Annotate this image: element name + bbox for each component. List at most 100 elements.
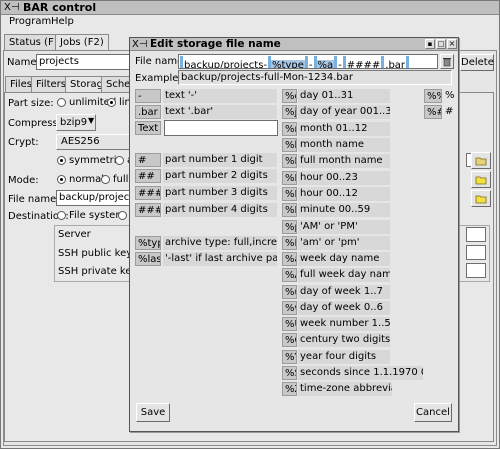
token-part-4[interactable]: #### <box>135 203 161 217</box>
token-hash[interactable]: %# <box>424 105 442 119</box>
browse-folder-button[interactable] <box>471 152 491 169</box>
token-description: hour 00..12 <box>298 187 390 201</box>
token-description: part number 3 digits <box>163 186 277 200</box>
token-description: seconds since 1.1.1970 00:00 <box>298 366 423 380</box>
server-field[interactable] <box>466 227 486 242</box>
token-epoch-seconds[interactable]: %S <box>282 366 297 380</box>
token-description: 'AM' or 'PM' <box>298 220 390 234</box>
token-week-number[interactable]: %U <box>282 317 297 331</box>
token-description: % <box>445 90 454 101</box>
token-description: century two digits <box>298 333 390 347</box>
token-week-day-name[interactable]: %a <box>282 252 297 266</box>
token-hour-24[interactable]: %H <box>282 171 297 185</box>
menu-bar: Program Help <box>1 15 499 30</box>
token-am-pm-upper[interactable]: %p <box>282 220 297 234</box>
token-day-of-year[interactable]: %j <box>282 105 297 119</box>
mode-normal-radio[interactable]: normal <box>57 174 104 185</box>
window-menu-icon[interactable]: X⊣ <box>4 1 20 15</box>
compress-select[interactable]: bzip9 ▼ <box>56 114 96 131</box>
radio-selected-icon <box>57 174 66 184</box>
pattern-part[interactable]: backup/projects- <box>183 60 268 68</box>
folder-icon <box>475 157 487 166</box>
ssh-private-key-field[interactable] <box>466 263 486 278</box>
browse-folder-button[interactable] <box>471 171 491 188</box>
pattern-part[interactable]: %a <box>316 60 335 68</box>
ssh-private-key-label: SSH private key: <box>58 266 141 277</box>
ssh-public-key-label: SSH public key: <box>58 248 135 259</box>
token-last[interactable]: %last <box>135 252 161 266</box>
file-name-label: File name: <box>8 194 60 205</box>
tab-jobs[interactable]: Jobs (F2) <box>55 34 109 50</box>
browse-folder-button[interactable] <box>471 190 491 207</box>
token-part-3[interactable]: ### <box>135 186 161 200</box>
token-description: # <box>445 106 454 117</box>
window-menu-icon[interactable]: X⊣ <box>132 38 148 51</box>
token-part-2[interactable]: ## <box>135 169 161 183</box>
crypt-label: Crypt: <box>8 137 39 148</box>
token-description: part number 4 digits <box>163 203 277 217</box>
token-description: month name <box>298 138 390 152</box>
mode-full-radio[interactable]: full <box>101 174 128 185</box>
file-name-value: backup/projects-% <box>59 192 130 203</box>
token-description: month 01..12 <box>298 122 390 136</box>
drop-marker <box>406 56 410 68</box>
token-type[interactable]: %type <box>135 236 161 250</box>
job-name-value: projects <box>39 56 79 67</box>
token-month-name[interactable]: %b <box>282 138 297 152</box>
token-timezone[interactable]: %Z <box>282 382 297 396</box>
part-size-label: Part size: <box>8 98 54 109</box>
dialog-titlebar[interactable]: X⊣ Edit storage file name ▪ □ × <box>130 38 458 51</box>
text-input[interactable] <box>164 120 278 136</box>
token-full-week-day-name[interactable]: %A <box>282 268 297 282</box>
example-display: backup/projects-full-Mon-1234.bar <box>178 70 452 85</box>
token-description: day of week 1..7 <box>298 285 390 299</box>
token-description: year four digits <box>298 350 390 364</box>
token-hour-12[interactable]: %I <box>282 187 297 201</box>
dialog-title: Edit storage file name <box>150 38 281 50</box>
mode-full-label: full <box>113 174 129 185</box>
token-percent[interactable]: %% <box>424 89 442 103</box>
close-icon[interactable]: × <box>447 39 457 49</box>
radio-icon <box>115 155 124 165</box>
mode-label: Mode: <box>8 175 39 186</box>
pattern-part[interactable]: #### <box>346 60 382 68</box>
cancel-button[interactable]: Cancel <box>414 403 452 422</box>
token-text-dash[interactable]: - <box>135 89 161 103</box>
file-name-field[interactable]: backup/projects-% <box>56 190 130 206</box>
example-label: Example: <box>135 73 182 84</box>
trash-button[interactable] <box>440 54 454 69</box>
token-day[interactable]: %d <box>282 89 297 103</box>
token-full-month-name[interactable]: %B <box>282 154 297 168</box>
save-button[interactable]: Save <box>136 403 170 422</box>
delete-button[interactable]: Delete <box>460 54 494 71</box>
radio-icon <box>57 210 66 220</box>
pattern-part[interactable]: .bar <box>384 60 406 68</box>
destination-filesystem-radio[interactable]: File system <box>57 210 125 221</box>
token-minute[interactable]: %M <box>282 203 297 217</box>
token-day-of-week-0-6[interactable]: %w <box>282 301 297 315</box>
token-description: week number 1..52 <box>298 317 390 331</box>
token-description: hour 00..23 <box>298 171 390 185</box>
crypt-select[interactable]: AES256 <box>56 134 130 150</box>
token-year[interactable]: %Y <box>282 350 297 364</box>
pattern-field[interactable]: backup/projects- %type - %a - #### .bar <box>178 54 438 69</box>
token-part-1[interactable]: # <box>135 153 161 167</box>
token-day-of-week-1-7[interactable]: %u <box>282 285 297 299</box>
token-description: time-zone abbreviation <box>298 382 392 396</box>
part-size-limited-radio[interactable]: lin <box>107 97 131 108</box>
minimize-icon[interactable]: ▪ <box>425 39 435 49</box>
menu-program[interactable]: Program <box>9 16 51 27</box>
ssh-public-key-field[interactable] <box>466 245 486 260</box>
token-description: part number 2 digits <box>163 169 277 183</box>
token-am-pm-lower[interactable]: %P <box>282 236 297 250</box>
token-month[interactable]: %m <box>282 122 297 136</box>
token-century[interactable]: %C <box>282 333 297 347</box>
pattern-part[interactable]: %type <box>271 60 305 68</box>
crypt-symmetric-radio[interactable]: symmetric <box>57 155 122 166</box>
main-titlebar[interactable]: X⊣ BAR control <box>1 1 499 15</box>
subtab-schedule[interactable]: Sched <box>101 76 137 92</box>
text-token-label[interactable]: Text <box>135 121 161 135</box>
menu-help[interactable]: Help <box>51 16 74 27</box>
token-text-bar[interactable]: .bar <box>135 105 161 119</box>
maximize-icon[interactable]: □ <box>436 39 446 49</box>
